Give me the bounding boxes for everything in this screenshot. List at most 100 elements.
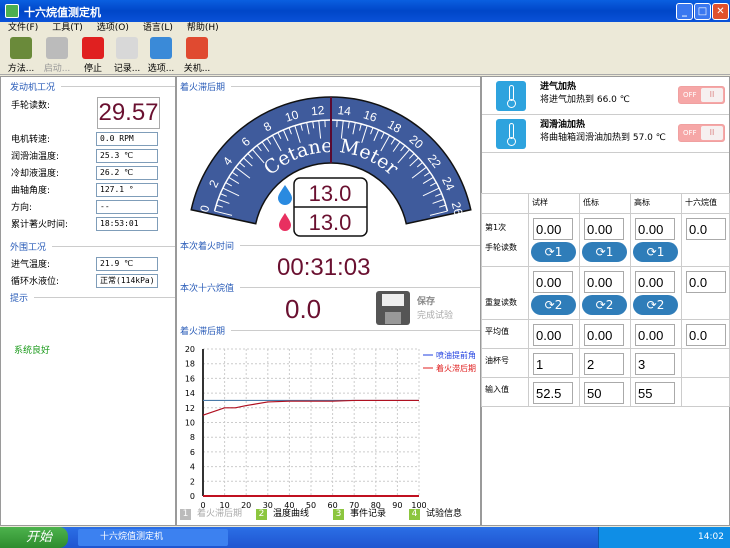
maximize-button[interactable]: □ — [694, 3, 711, 20]
tab-label: 事件记录 — [350, 509, 387, 519]
column-header: 试样 — [528, 193, 580, 214]
toolbar-method-button[interactable]: 方法... — [4, 37, 38, 74]
value-input[interactable]: 0.00 — [635, 271, 675, 293]
toolbar-label: 方法... — [7, 64, 35, 74]
value-input[interactable]: 55 — [635, 382, 675, 404]
menu-language[interactable]: 语言(L) — [143, 23, 173, 33]
heater-toggle[interactable]: OFF II — [678, 86, 725, 104]
value-input[interactable]: 0.00 — [584, 218, 624, 240]
ambient-field-value: 21.9 ℃ — [96, 257, 158, 271]
gauge-tick-label: 14 — [337, 103, 352, 118]
toolbar-label: 记录... — [113, 64, 141, 74]
ignition-time-value: 00:31:03 — [277, 254, 371, 281]
x-tick-label: 20 — [241, 501, 251, 509]
toggle-state: OFF — [683, 129, 697, 137]
y-tick-label: 10 — [185, 419, 195, 428]
left-panel: 发动机工况 手轮读数: 29.57 电机转速: 0.0 RPM 润滑油温度: 25.3… — [0, 76, 176, 526]
legend-label: 着火滞后期 — [436, 363, 476, 373]
toolbar-record-button[interactable]: 记录... — [110, 37, 144, 74]
chart-tab-2[interactable]: 2 温度曲线 — [256, 506, 309, 520]
y-tick-label: 0 — [190, 492, 195, 501]
y-tick-label: 20 — [185, 345, 195, 354]
heater-toggle[interactable]: OFF II — [678, 124, 725, 142]
tab-number: 1 — [180, 509, 191, 520]
save-floppy-icon[interactable] — [376, 291, 410, 325]
measurement-table: 试样 低标 高标 十六烷值 第1次 手轮读数 0.00 ⟳1 0.00 ⟳1 0.00 ⟳1 0.0 重复… — [481, 193, 730, 407]
read-2-button[interactable]: ⟳2 — [633, 295, 678, 315]
title-bar: 十六烷值测定机 _ □ ✕ — [0, 0, 730, 22]
tab-label: 试验信息 — [426, 509, 463, 519]
toolbar-play-button[interactable]: 启动... — [40, 37, 74, 74]
toolbar-gear-button[interactable]: 选项... — [144, 37, 178, 74]
chart-tab-1[interactable]: 1 着火滞后期 — [180, 506, 242, 520]
thermometer-icon — [496, 81, 526, 111]
row-label: 油杯号 — [485, 356, 509, 365]
value-input[interactable]: 0.00 — [584, 324, 624, 346]
value-input[interactable]: 0.00 — [584, 271, 624, 293]
read-1-button[interactable]: ⟳1 — [633, 242, 678, 262]
value-input[interactable]: 3 — [635, 353, 675, 375]
value-input[interactable]: 50 — [584, 382, 624, 404]
value-input[interactable]: 1 — [533, 353, 573, 375]
chart-tab-4[interactable]: 4 试验信息 — [409, 506, 462, 520]
value-input[interactable]: 0.00 — [635, 324, 675, 346]
injection-value: 13.0 — [309, 181, 352, 206]
ambient-field-label: 循环水液位: — [11, 277, 60, 287]
menu-tools[interactable]: 工具(T) — [52, 23, 83, 33]
heater-title: 润滑油加热 — [540, 120, 586, 130]
tab-label: 温度曲线 — [273, 509, 310, 519]
toolbar-stop-button[interactable]: 停止 — [76, 37, 110, 74]
row-label: 输入值 — [485, 385, 509, 394]
column-header: 十六烷值 — [681, 193, 730, 214]
cetane-value: 0.0 — [285, 294, 322, 324]
chart-tab-3[interactable]: 3 事件记录 — [333, 506, 386, 520]
heater-description: 将曲轴箱润滑油加热到 57.0 ℃ — [540, 133, 666, 143]
value-input[interactable]: 52.5 — [533, 382, 573, 404]
taskbar-app-button[interactable]: 十六烷值测定机 — [78, 529, 228, 546]
value-input[interactable]: 0.00 — [533, 324, 573, 346]
cetane-section-title: 本次十六烷值 — [180, 281, 480, 294]
toolbar-label: 关机... — [183, 64, 211, 74]
hint-section-title: 提示 — [10, 291, 175, 304]
toolbar-label: 启动... — [43, 64, 71, 74]
save-button[interactable]: 保存 — [417, 294, 435, 307]
read-2-button[interactable]: ⟳2 — [582, 295, 627, 315]
start-button[interactable]: 开始 — [0, 527, 68, 548]
ignition-delay-chart: 024681012141618200 10 20 30 40 50 60 70 80 90 100喷… — [185, 345, 476, 509]
y-tick-label: 8 — [190, 433, 195, 442]
water-drop-icon — [278, 185, 292, 205]
handwheel-label: 手轮读数: — [11, 101, 51, 111]
y-tick-label: 2 — [190, 477, 195, 486]
value-input[interactable]: 0.0 — [686, 271, 726, 293]
engine-field-value: 0.0 RPM — [96, 132, 158, 146]
menu-options[interactable]: 选项(O) — [97, 23, 129, 33]
chart-section-title: 着火滞后期 — [180, 324, 480, 337]
menu-help[interactable]: 帮助(H) — [187, 23, 219, 33]
minimize-button[interactable]: _ — [676, 3, 693, 20]
value-input[interactable]: 0.0 — [686, 324, 726, 346]
toolbar: 方法... 启动... 停止 记录... 选项... 关机... — [0, 35, 730, 75]
read-1-button[interactable]: ⟳1 — [582, 242, 627, 262]
value-input[interactable]: 0.00 — [533, 271, 573, 293]
menu-file[interactable]: 文件(F) — [8, 23, 38, 33]
value-input[interactable]: 2 — [584, 353, 624, 375]
taskbar: 开始 十六烷值测定机 14:02 — [0, 527, 730, 548]
engine-section-title: 发动机工况 — [10, 80, 175, 93]
toolbar-power-button[interactable]: 关机... — [180, 37, 214, 74]
row-label: 平均值 — [485, 327, 509, 336]
value-input[interactable]: 0.00 — [533, 218, 573, 240]
value-input[interactable]: 0.00 — [635, 218, 675, 240]
toggle-state: OFF — [683, 91, 697, 99]
value-input[interactable]: 0.0 — [686, 218, 726, 240]
method-icon — [10, 37, 32, 59]
read-1-button[interactable]: ⟳1 — [531, 242, 576, 262]
close-button[interactable]: ✕ — [712, 3, 729, 20]
engine-field-label: 方向: — [11, 203, 33, 213]
row-label: 重复读数 — [485, 298, 517, 307]
gear-icon — [150, 37, 172, 59]
read-2-button[interactable]: ⟳2 — [531, 295, 576, 315]
tab-number: 4 — [409, 509, 420, 520]
ambient-field-label: 进气温度: — [11, 260, 51, 270]
y-tick-label: 6 — [190, 448, 195, 457]
heater-row: 进气加热 将进气加热到 66.0 ℃ OFF II — [482, 77, 729, 115]
